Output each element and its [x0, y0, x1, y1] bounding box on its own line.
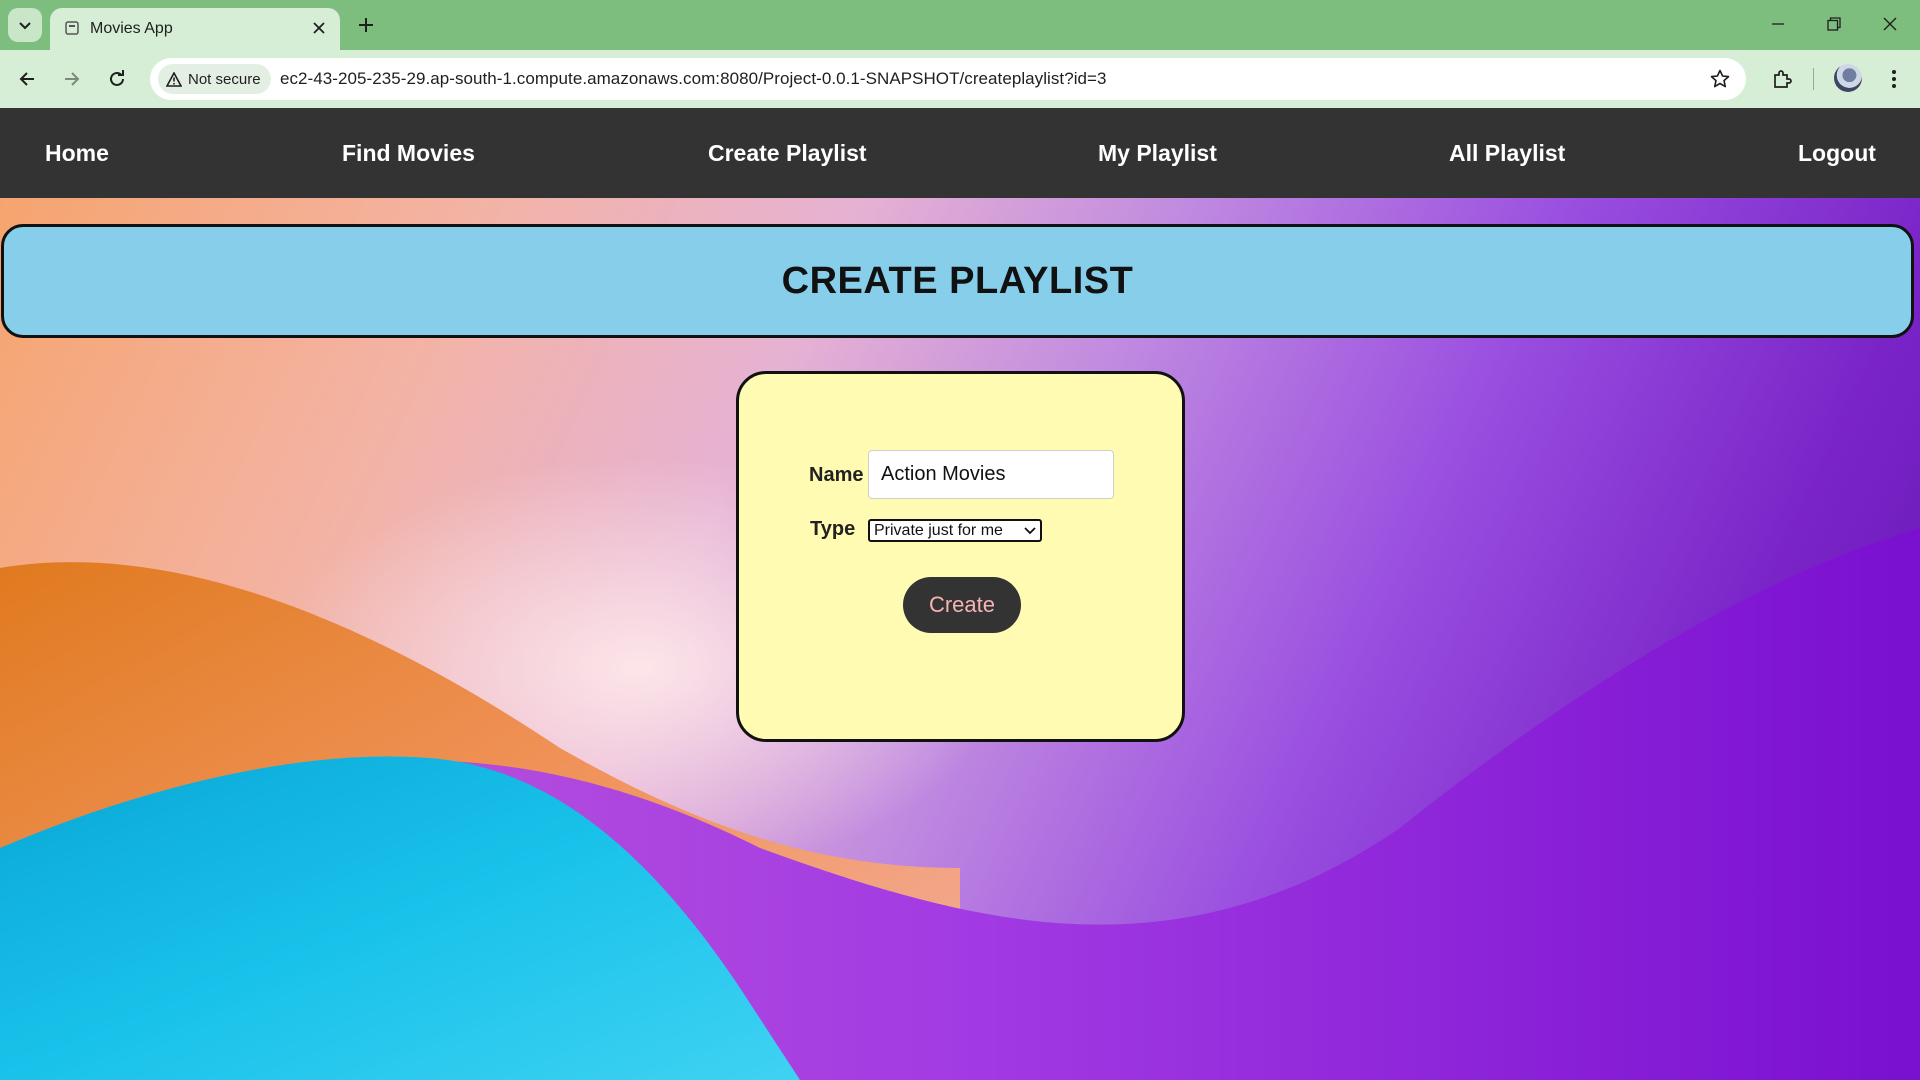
close-tab-button[interactable]	[308, 17, 330, 39]
new-tab-button[interactable]	[352, 11, 380, 39]
nav-home[interactable]: Home	[45, 108, 109, 198]
close-tab-icon	[313, 22, 325, 34]
extensions-button[interactable]	[1766, 63, 1798, 95]
playlist-name-input[interactable]	[868, 450, 1114, 499]
nav-create-playlist[interactable]: Create Playlist	[708, 108, 867, 198]
back-button[interactable]	[11, 63, 43, 95]
type-label: Type	[810, 518, 856, 540]
reload-button[interactable]	[101, 63, 133, 95]
page-viewport: Home Find Movies Create Playlist My Play…	[0, 108, 1920, 1080]
nav-my-playlist[interactable]: My Playlist	[1098, 108, 1217, 198]
tab-search-icon	[19, 22, 31, 30]
nav-logout[interactable]: Logout	[1798, 108, 1876, 198]
nav-find-movies[interactable]: Find Movies	[342, 108, 475, 198]
extensions-icon	[1774, 70, 1792, 88]
page-title: CREATE PLAYLIST	[781, 259, 1134, 302]
chrome-menu-icon	[1892, 70, 1896, 88]
security-label: Not secure	[188, 70, 261, 88]
bookmark-star-icon	[1710, 69, 1730, 88]
minimize-button[interactable]	[1758, 8, 1798, 40]
create-playlist-form: Name Type Private just for me Create	[736, 371, 1185, 742]
page-header-banner: CREATE PLAYLIST	[1, 224, 1914, 338]
profile-avatar[interactable]	[1834, 64, 1862, 92]
url-text[interactable]: ec2-43-205-235-29.ap-south-1.compute.ama…	[280, 69, 1107, 89]
nav-all-playlist[interactable]: All Playlist	[1449, 108, 1565, 198]
tab-title: Movies App	[90, 20, 173, 37]
chevron-down-icon	[1024, 526, 1036, 534]
bookmark-button[interactable]	[1708, 67, 1732, 91]
type-selected-value: Private just for me	[874, 521, 1003, 539]
close-window-icon	[1883, 17, 1897, 31]
close-window-button[interactable]	[1870, 8, 1910, 40]
browser-tab-strip: Movies App	[0, 0, 1920, 50]
toolbar-divider	[1813, 68, 1814, 90]
site-navbar: Home Find Movies Create Playlist My Play…	[0, 108, 1920, 198]
forward-icon	[65, 72, 80, 86]
browser-toolbar: Not secure ec2-43-205-235-29.ap-south-1.…	[0, 50, 1920, 108]
create-button[interactable]: Create	[903, 577, 1021, 633]
browser-tab[interactable]: Movies App	[50, 8, 340, 50]
address-bar[interactable]: Not secure ec2-43-205-235-29.ap-south-1.…	[150, 58, 1746, 100]
forward-button[interactable]	[56, 63, 88, 95]
tab-search-button[interactable]	[8, 8, 42, 42]
minimize-icon	[1772, 23, 1784, 25]
site-info-chip[interactable]: Not secure	[158, 64, 271, 94]
name-label: Name	[809, 464, 864, 486]
restore-icon	[1827, 17, 1841, 31]
back-icon	[19, 72, 34, 86]
playlist-type-select[interactable]: Private just for me	[868, 519, 1042, 542]
chrome-menu-button[interactable]	[1878, 63, 1910, 95]
reload-icon	[110, 70, 124, 86]
restore-button[interactable]	[1814, 8, 1854, 40]
new-tab-icon	[359, 18, 373, 32]
page-favicon-icon	[65, 21, 79, 35]
warning-icon	[166, 71, 182, 87]
